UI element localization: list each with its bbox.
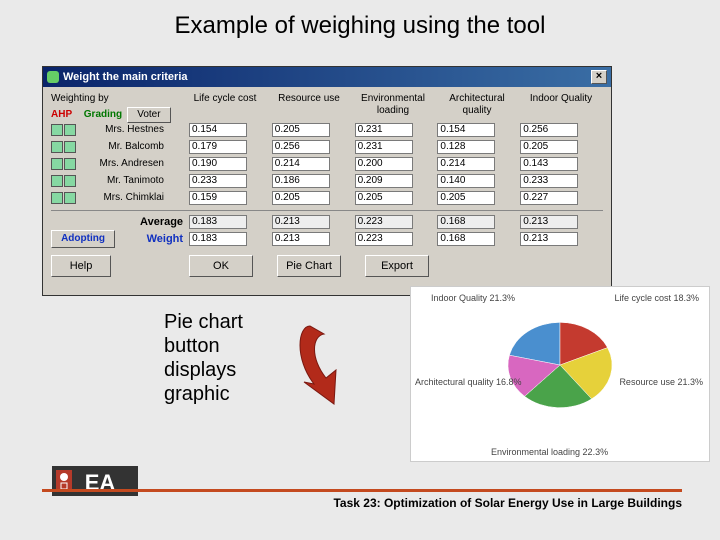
value-cell[interactable] — [189, 157, 247, 171]
value-cell[interactable] — [520, 123, 578, 137]
pie-chart-panel: Indoor Quality 21.3% Life cycle cost 18.… — [410, 286, 710, 462]
value-cell[interactable] — [189, 174, 247, 188]
value-cell[interactable] — [355, 123, 413, 137]
presence-checkbox[interactable] — [64, 141, 76, 153]
weight-row: Adopting Weight — [51, 230, 603, 247]
value-cell[interactable] — [272, 157, 330, 171]
export-button[interactable]: Export — [365, 255, 429, 277]
footer: Task 23: Optimization of Solar Energy Us… — [42, 489, 682, 510]
presence-checkbox[interactable] — [51, 124, 63, 136]
callout-text: Pie chart button displays graphic — [164, 310, 243, 406]
average-label: Average — [140, 216, 183, 228]
presence-checkbox[interactable] — [51, 158, 63, 170]
value-cell[interactable] — [355, 157, 413, 171]
curved-arrow-icon — [290, 318, 400, 413]
table-row: Mr. Balcomb — [51, 138, 603, 155]
value-cell[interactable] — [437, 174, 495, 188]
slide-title: Example of weighing using the tool — [0, 12, 720, 40]
weight-cell[interactable] — [189, 232, 247, 246]
callout-line: Pie chart — [164, 310, 243, 334]
pie-chart — [495, 305, 625, 425]
value-cell[interactable] — [437, 191, 495, 205]
titlebar: Weight the main criteria × — [43, 67, 611, 87]
value-cell[interactable] — [272, 191, 330, 205]
table-row: Mrs. Chimklai — [51, 189, 603, 206]
presence-checkbox[interactable] — [64, 158, 76, 170]
value-cell[interactable] — [520, 174, 578, 188]
app-icon — [47, 71, 59, 83]
callout-line: button — [164, 334, 243, 358]
weight-cell[interactable] — [272, 232, 330, 246]
weight-cell[interactable] — [355, 232, 413, 246]
adopting-button[interactable]: Adopting — [51, 230, 115, 248]
value-cell[interactable] — [520, 191, 578, 205]
avg-cell — [189, 215, 247, 229]
table-row: Mrs. Andresen — [51, 155, 603, 172]
value-cell[interactable] — [520, 140, 578, 154]
pie-slice-label: Life cycle cost 18.3% — [614, 293, 699, 303]
value-cell[interactable] — [355, 191, 413, 205]
value-cell[interactable] — [189, 123, 247, 137]
value-cell[interactable] — [520, 157, 578, 171]
pie-slice-label: Architectural quality 16.8% — [415, 377, 522, 387]
colheader: Indoor Quality — [519, 93, 603, 121]
value-cell[interactable] — [189, 140, 247, 154]
presence-checkbox[interactable] — [51, 141, 63, 153]
pie-chart-button[interactable]: Pie Chart — [277, 255, 341, 277]
colheader: Environmental loading — [351, 93, 435, 121]
row-name: Mr. Tanimoto — [80, 175, 164, 186]
avg-cell — [437, 215, 495, 229]
weight-cell[interactable] — [520, 232, 578, 246]
window-title: Weight the main criteria — [63, 71, 591, 83]
value-cell[interactable] — [272, 123, 330, 137]
button-row: Help OK Pie Chart Export — [51, 255, 603, 277]
value-cell[interactable] — [272, 174, 330, 188]
row-name: Mr. Balcomb — [80, 141, 164, 152]
left-header: Weighting by AHP Grading Voter — [51, 93, 183, 121]
presence-checkbox[interactable] — [64, 192, 76, 204]
average-row: Average — [51, 213, 603, 230]
presence-checkbox[interactable] — [64, 175, 76, 187]
value-cell[interactable] — [355, 174, 413, 188]
grading-label: Grading — [84, 109, 122, 120]
ok-button[interactable]: OK — [189, 255, 253, 277]
pie-slice-label: Resource use 21.3% — [619, 377, 703, 387]
footer-task: Task 23: Optimization of Solar Energy Us… — [42, 496, 682, 510]
value-cell[interactable] — [189, 191, 247, 205]
row-name: Mrs. Andresen — [80, 158, 164, 169]
presence-checkbox[interactable] — [51, 175, 63, 187]
pie-slice-label: Indoor Quality 21.3% — [431, 293, 515, 303]
callout-line: displays — [164, 358, 243, 382]
voter-button[interactable]: Voter — [127, 107, 171, 123]
callout-line: graphic — [164, 382, 243, 406]
row-name: Mrs. Hestnes — [80, 124, 164, 135]
avg-cell — [520, 215, 578, 229]
pie-slice-label: Environmental loading 22.3% — [491, 447, 608, 457]
presence-checkbox[interactable] — [64, 124, 76, 136]
help-button[interactable]: Help — [51, 255, 111, 277]
colheader: Resource use — [267, 93, 351, 121]
avg-cell — [355, 215, 413, 229]
value-cell[interactable] — [437, 157, 495, 171]
close-icon[interactable]: × — [591, 70, 607, 84]
colheader: Life cycle cost — [183, 93, 267, 121]
ahp-label: AHP — [51, 109, 81, 120]
presence-checkbox[interactable] — [51, 192, 63, 204]
value-cell[interactable] — [355, 140, 413, 154]
weight-cell[interactable] — [437, 232, 495, 246]
colheader: Architectural quality — [435, 93, 519, 121]
weighting-by-label: Weighting by — [51, 93, 109, 104]
column-headers: Life cycle cost Resource use Environment… — [183, 93, 603, 121]
weights-window: Weight the main criteria × Weighting by … — [42, 66, 612, 296]
row-name: Mrs. Chimklai — [80, 192, 164, 203]
table-row: Mrs. Hestnes — [51, 121, 603, 138]
value-cell[interactable] — [272, 140, 330, 154]
weight-label: Weight — [147, 233, 183, 245]
value-cell[interactable] — [437, 123, 495, 137]
value-cell[interactable] — [437, 140, 495, 154]
avg-cell — [272, 215, 330, 229]
table-row: Mr. Tanimoto — [51, 172, 603, 189]
